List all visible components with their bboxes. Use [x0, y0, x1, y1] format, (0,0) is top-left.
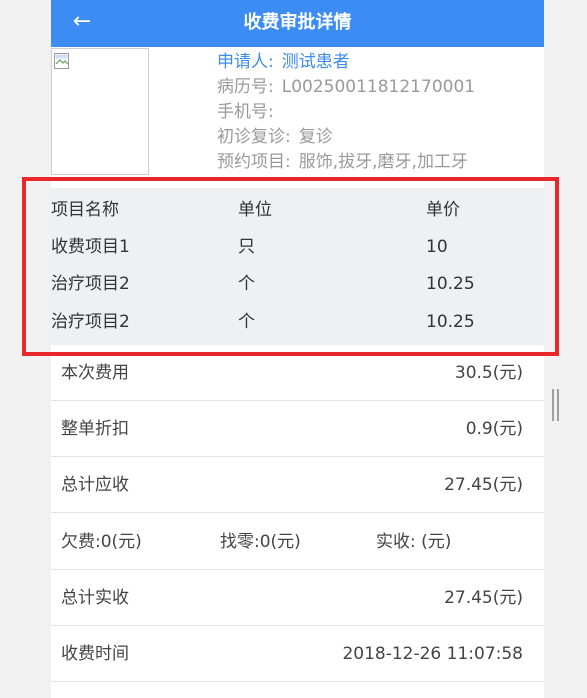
item-price: 10	[426, 237, 448, 257]
item-name: 治疗项目2	[51, 274, 130, 294]
patient-avatar	[51, 48, 149, 175]
discount-row: 整单折扣 0.9(元)	[51, 401, 544, 457]
fee-time-row: 收费时间 2018-12-26 11:07:58	[51, 626, 544, 682]
item-price: 10.25	[426, 274, 475, 294]
total-received-value: 27.45(元)	[444, 588, 523, 608]
item-name: 收费项目1	[51, 237, 130, 257]
booking-value: 服饰,拔牙,磨牙,加工牙	[298, 152, 468, 172]
total-due-row: 总计应收 27.45(元)	[51, 457, 544, 513]
this-fee-label: 本次费用	[61, 363, 129, 383]
column-header: 单位	[238, 200, 272, 220]
item-price: 10.25	[426, 312, 475, 332]
nav-bar: 收费审批详情 ←	[51, 0, 544, 47]
this-fee-row: 本次费用 30.5(元)	[51, 357, 544, 401]
record-value: L00250011812170001	[281, 77, 476, 97]
applicant-label: 申请人:	[217, 52, 274, 72]
discount-label: 整单折扣	[61, 419, 129, 439]
patient-info: 申请人: 测试患者 病历号: L00250011812170001 手机号: 初诊复…	[217, 50, 537, 175]
app-screen: 收费审批详情 ← 申请人: 测试患者 病历号: L00250011812170001…	[51, 0, 544, 698]
phone-line: 手机号:	[217, 100, 537, 125]
booking-label: 预约项目:	[217, 152, 291, 172]
visit-value: 复诊	[298, 127, 333, 147]
total-due-value: 27.45(元)	[444, 475, 523, 495]
table-header: 项目名称 单位 单价	[51, 198, 544, 222]
fee-time-value: 2018-12-26 11:07:58	[342, 644, 523, 664]
this-fee-value: 30.5(元)	[454, 363, 523, 383]
item-unit: 只	[238, 237, 255, 257]
total-received-row: 总计实收 27.45(元)	[51, 570, 544, 626]
table-row: 治疗项目2 个 10.25	[51, 310, 544, 334]
table-row: 收费项目1 只 10	[51, 235, 544, 259]
item-unit: 个	[238, 312, 255, 332]
table-row: 治疗项目2 个 10.25	[51, 272, 544, 296]
payment-breakdown-row: 欠费:0(元) 找零:0(元) 实收: (元)	[51, 514, 544, 570]
items-table: 项目名称 单位 单价 收费项目1 只 10 治疗项目2 个 10.25 治疗项目…	[51, 188, 544, 345]
item-name: 治疗项目2	[51, 312, 130, 332]
visit-label: 初诊复诊:	[217, 127, 291, 147]
change-text: 找零:0(元)	[220, 532, 301, 552]
booking-line: 预约项目: 服饰,拔牙,磨牙,加工牙	[217, 150, 537, 175]
applicant-line: 申请人: 测试患者	[217, 50, 537, 75]
column-header: 单价	[426, 200, 460, 220]
column-header: 项目名称	[51, 200, 119, 220]
page-title: 收费审批详情	[243, 12, 352, 33]
item-unit: 个	[238, 274, 255, 294]
applicant-value: 测试患者	[281, 52, 350, 72]
broken-image-icon	[54, 53, 69, 69]
fee-time-label: 收费时间	[61, 644, 129, 664]
received-text: 实收: (元)	[376, 532, 452, 552]
record-label: 病历号:	[217, 77, 274, 97]
scrollbar-handle[interactable]	[552, 389, 559, 421]
discount-value: 0.9(元)	[465, 419, 523, 439]
back-arrow-icon[interactable]: ←	[67, 8, 97, 38]
total-due-label: 总计应收	[61, 475, 129, 495]
visit-line: 初诊复诊: 复诊	[217, 125, 537, 150]
arrears-text: 欠费:0(元)	[61, 532, 142, 552]
total-received-label: 总计实收	[61, 588, 129, 608]
record-line: 病历号: L00250011812170001	[217, 75, 537, 100]
phone-label: 手机号:	[217, 102, 274, 122]
